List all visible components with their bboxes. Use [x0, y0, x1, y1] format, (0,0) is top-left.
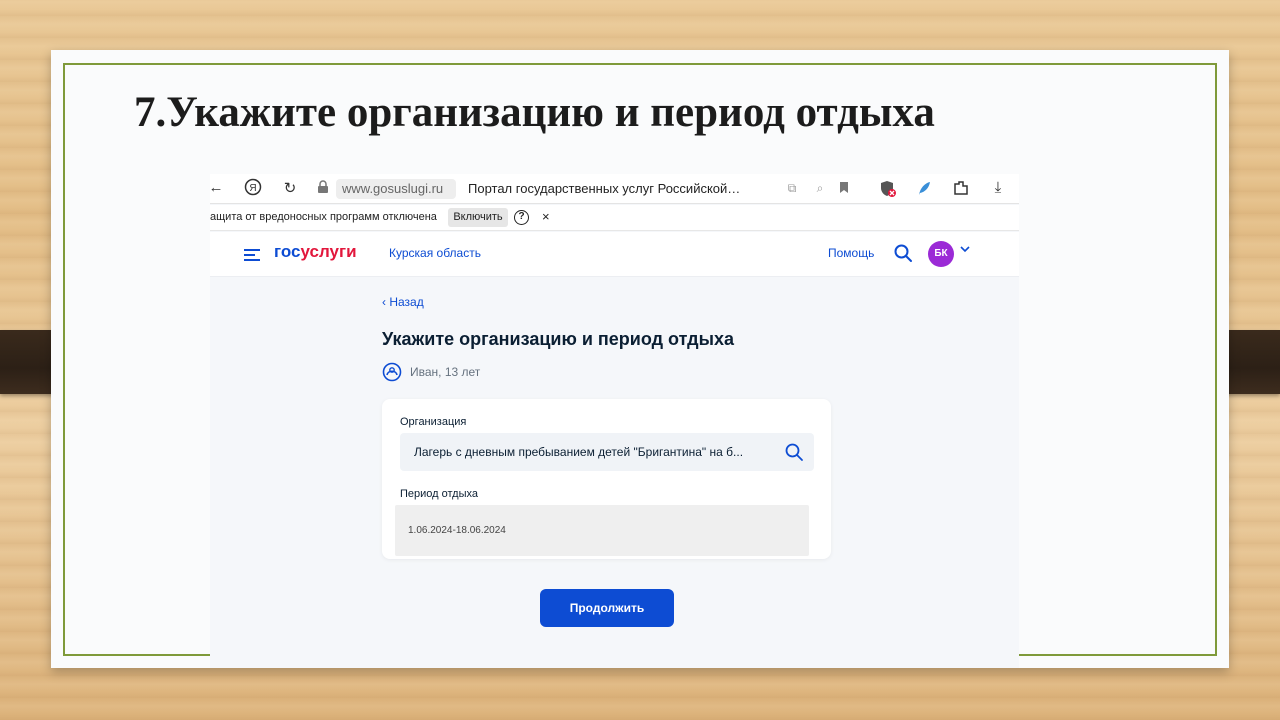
svg-text:Я: Я	[249, 183, 256, 194]
yandex-icon[interactable]: Я	[243, 178, 263, 200]
help-link[interactable]: Помощь	[828, 246, 874, 260]
organization-field[interactable]: Лагерь с дневным пребыванием детей "Бриг…	[400, 433, 814, 471]
organization-value: Лагерь с дневным пребыванием детей "Бриг…	[414, 445, 744, 459]
tab-title: Портал государственных услуг Российской…	[468, 181, 741, 196]
period-label: Период отдыха	[400, 488, 479, 500]
lock-icon	[313, 180, 333, 198]
feather-icon[interactable]	[914, 180, 934, 201]
form-card: Организация Лагерь с дневным пребыванием…	[382, 399, 831, 559]
organization-label: Организация	[400, 416, 467, 428]
search-icon[interactable]	[893, 243, 913, 268]
page-title: Укажите организацию и период отдыха	[382, 329, 734, 349]
enable-protection-button[interactable]: Включить	[448, 208, 508, 227]
slide-paper: 7.Укажите организацию и период отдыха ← …	[51, 50, 1229, 668]
download-icon[interactable]: ⤓	[988, 179, 1008, 196]
chevron-down-icon[interactable]	[960, 245, 970, 256]
shield-off-icon[interactable]	[878, 180, 898, 202]
period-field[interactable]: 1.06.2024-18.06.2024	[395, 505, 809, 556]
slide-title: 7.Укажите организацию и период отдыха	[134, 89, 935, 136]
region-selector[interactable]: Курская область	[389, 246, 481, 260]
zoom-icon[interactable]: ⌕	[810, 181, 830, 196]
address-bar[interactable]: www.gosuslugi.ru	[336, 179, 456, 199]
child-avatar-icon	[382, 362, 402, 387]
close-icon[interactable]: ×	[542, 209, 550, 224]
reload-icon[interactable]: ↻	[280, 179, 300, 197]
browser-toolbar: ← Я ↻ www.gosuslugi.ru Портал государств…	[210, 174, 1019, 204]
site-header: госуслуги Курская область Помощь БК	[210, 232, 1019, 277]
continue-button[interactable]: Продолжить	[540, 589, 674, 627]
gosuslugi-logo[interactable]: госуслуги	[274, 242, 357, 262]
back-link[interactable]: ‹ Назад	[382, 295, 424, 309]
search-icon[interactable]	[784, 442, 804, 467]
extensions-icon[interactable]	[951, 180, 971, 200]
protection-text: ащита от вредоносных программ отключена	[210, 211, 437, 223]
bookmark-icon[interactable]	[834, 181, 854, 198]
help-icon[interactable]: ?	[514, 210, 529, 225]
child-label: Иван, 13 лет	[410, 365, 481, 379]
protection-notice-bar: ащита от вредоносных программ отключена …	[210, 205, 1019, 231]
period-value: 1.06.2024-18.06.2024	[408, 525, 506, 536]
menu-icon[interactable]	[244, 249, 260, 261]
translate-icon[interactable]: ⧉	[782, 181, 802, 196]
screenshot: ← Я ↻ www.gosuslugi.ru Портал государств…	[210, 174, 1019, 668]
back-arrow-icon[interactable]: ←	[210, 179, 226, 196]
avatar[interactable]: БК	[928, 241, 954, 267]
